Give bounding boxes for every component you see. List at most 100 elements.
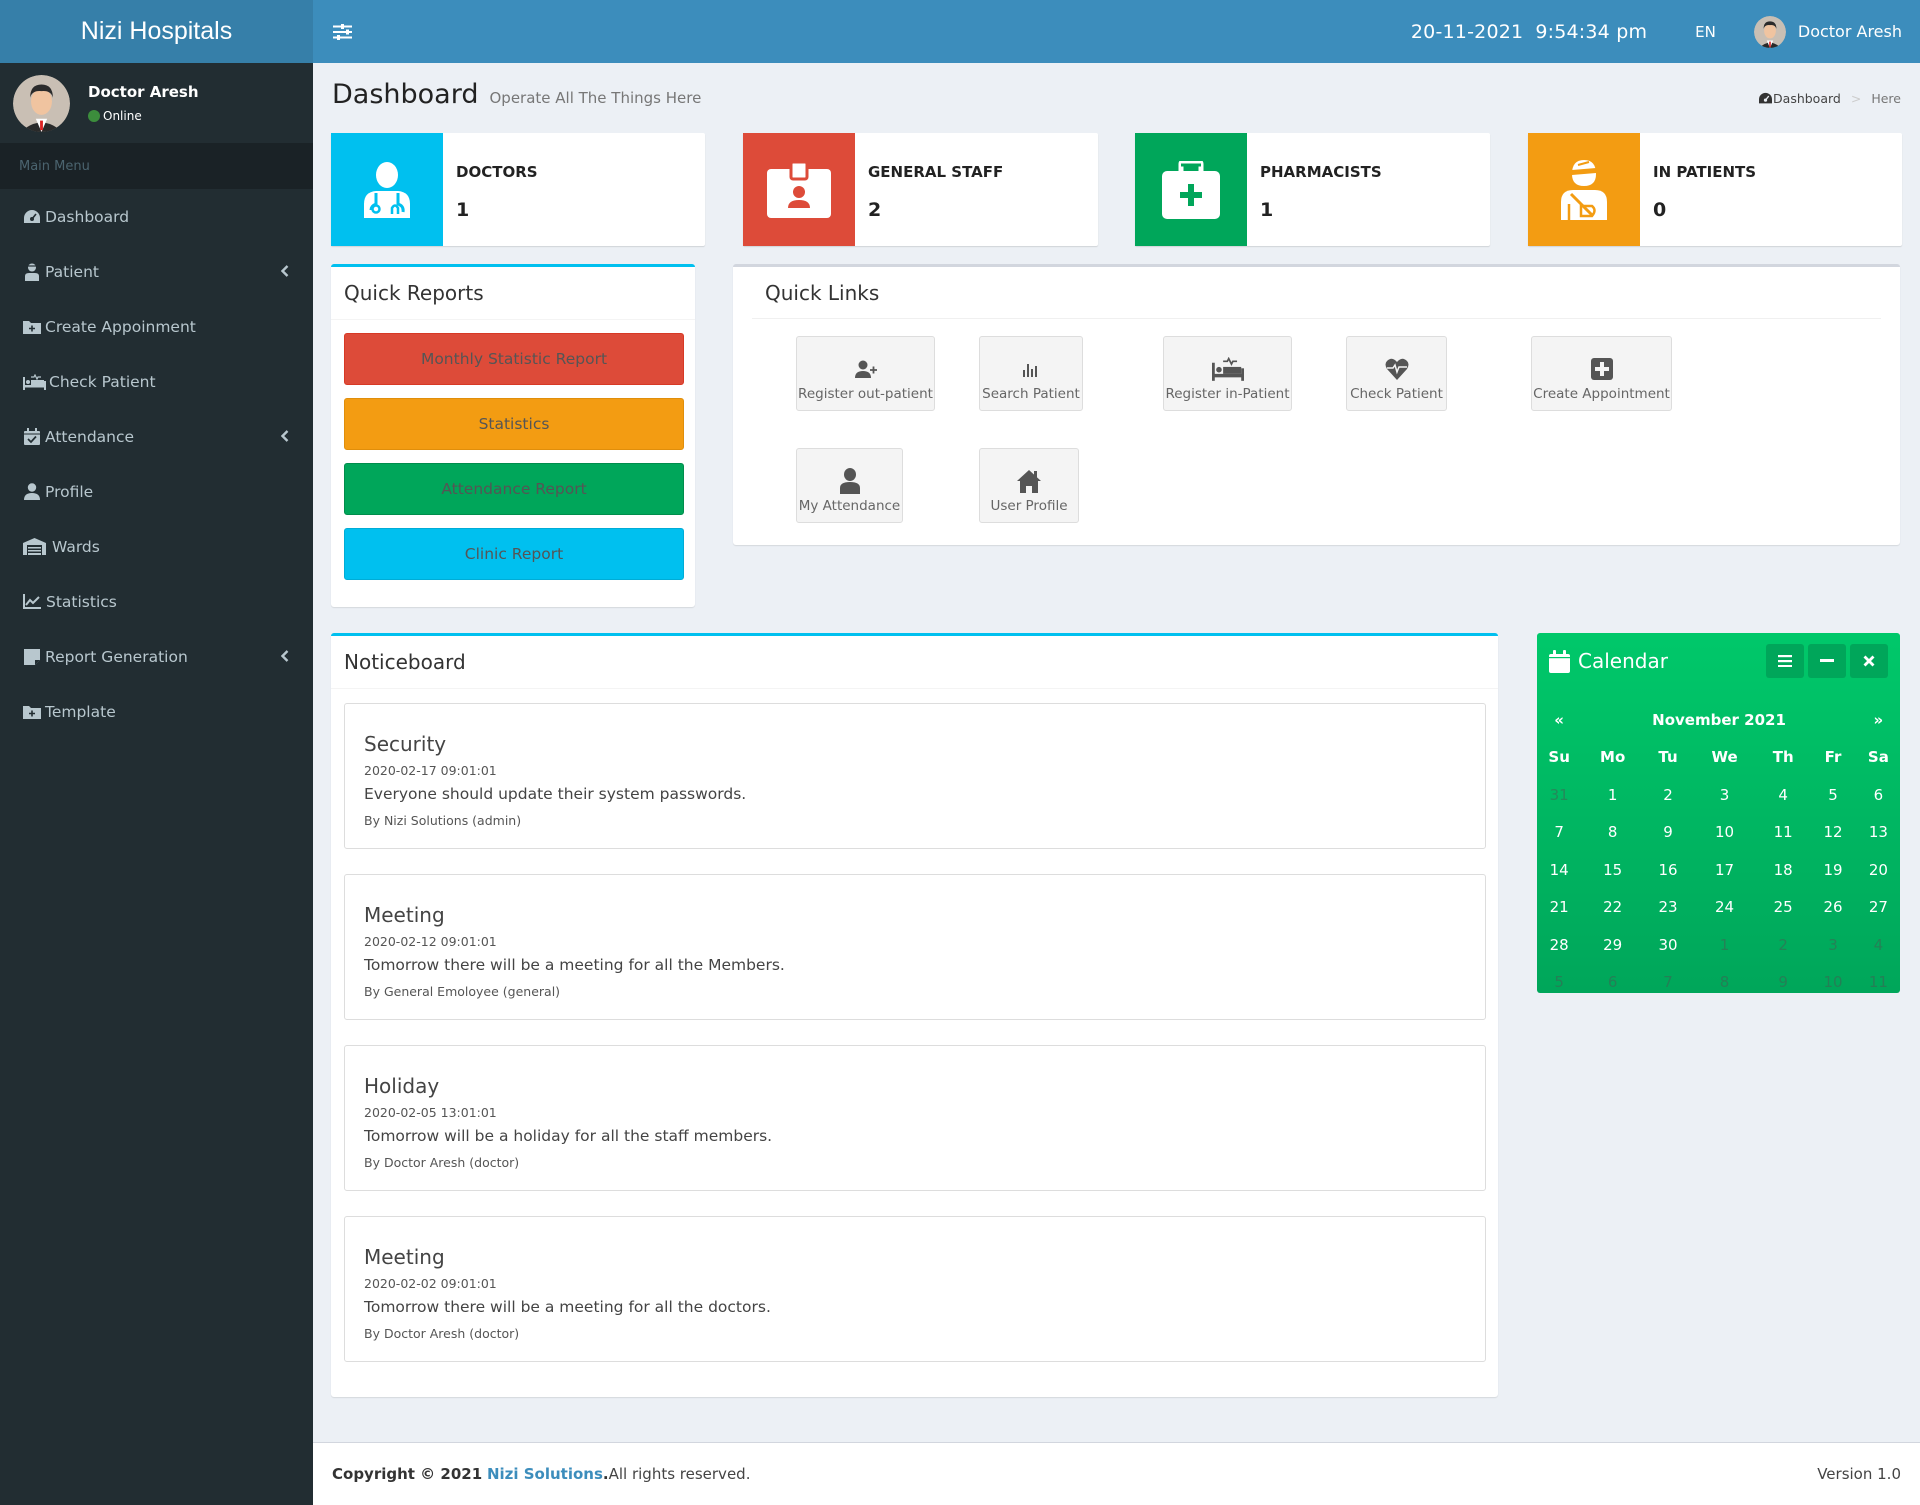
calendar-day[interactable]: 1 (1581, 776, 1644, 814)
calendar-day-other-month[interactable]: 8 (1692, 964, 1757, 1002)
sidebar-item-profile[interactable]: Profile (0, 464, 313, 519)
calendar-day[interactable]: 9 (1644, 814, 1692, 852)
calendar-day[interactable]: 4 (1757, 776, 1809, 814)
medkit-icon (1162, 160, 1220, 219)
info-box-in-patients[interactable]: IN PATIENTS 0 (1528, 133, 1902, 246)
calendar-day[interactable]: 2 (1644, 776, 1692, 814)
calendar-day[interactable]: 13 (1857, 814, 1900, 852)
notice-author: By Doctor Aresh (doctor) (364, 1326, 520, 1341)
calendar-day[interactable]: 28 (1537, 926, 1581, 964)
sidebar-item-patient[interactable]: Patient (0, 244, 313, 299)
calendar-day[interactable]: 25 (1757, 889, 1809, 927)
sidebar-item-statistics[interactable]: Statistics (0, 574, 313, 629)
calendar-day[interactable]: 30 (1644, 926, 1692, 964)
user-plus-icon (854, 356, 878, 382)
calendar-day[interactable]: 19 (1809, 851, 1857, 889)
box-header: Noticeboard (331, 636, 1498, 689)
calendar-day[interactable]: 17 (1692, 851, 1757, 889)
calendar-day[interactable]: 14 (1537, 851, 1581, 889)
calendar-day-other-month[interactable]: 6 (1581, 964, 1644, 1002)
calendar-tools (1766, 644, 1888, 678)
sidebar-item-report-generation[interactable]: Report Generation (0, 629, 313, 684)
calendar-weekday: Sa (1867, 748, 1889, 767)
calendar-day[interactable]: 18 (1757, 851, 1809, 889)
breadcrumb-dashboard-link[interactable]: Dashboard (1773, 91, 1841, 106)
calendar-collapse-button[interactable] (1808, 644, 1846, 678)
app-logo[interactable]: Nizi Hospitals (0, 0, 313, 63)
calendar-day[interactable]: 29 (1581, 926, 1644, 964)
calendar-day[interactable]: 22 (1581, 889, 1644, 927)
calendar-day-other-month[interactable]: 31 (1537, 776, 1581, 814)
calendar-day-other-month[interactable]: 11 (1857, 964, 1900, 1002)
calendar-menu-button[interactable] (1766, 644, 1804, 678)
language-selector[interactable]: EN (1695, 23, 1716, 41)
footer-company-link[interactable]: Nizi Solutions (487, 1465, 603, 1483)
calendar-day[interactable]: 5 (1809, 776, 1857, 814)
sidebar-item-dashboard[interactable]: Dashboard (0, 189, 313, 244)
calendar-day[interactable]: 16 (1644, 851, 1692, 889)
calendar-day[interactable]: 26 (1809, 889, 1857, 927)
attendance-report-button[interactable]: Attendance Report (344, 463, 684, 515)
info-box-pharmacists[interactable]: PHARMACISTS 1 (1135, 133, 1490, 246)
sidebar-item-wards[interactable]: Wards (0, 519, 313, 574)
sidebar: Doctor Aresh Online Main Menu Dashboard … (0, 63, 313, 1505)
calendar-close-button[interactable] (1850, 644, 1888, 678)
current-time: 9:54:34 pm (1535, 20, 1648, 43)
calendar-day[interactable]: 6 (1857, 776, 1900, 814)
calendar-day[interactable]: 8 (1581, 814, 1644, 852)
sidebar-item-attendance[interactable]: Attendance (0, 409, 313, 464)
bars-icon (1778, 655, 1792, 667)
sidebar-item-check-patient[interactable]: Check Patient (0, 354, 313, 409)
quick-link-check-patient[interactable]: Check Patient (1346, 336, 1447, 411)
quick-link-my-attendance[interactable]: My Attendance (796, 448, 903, 523)
quick-link-user-profile[interactable]: User Profile (979, 448, 1079, 523)
calendar-day[interactable]: 12 (1809, 814, 1857, 852)
calendar-day[interactable]: 15 (1581, 851, 1644, 889)
sidebar-item-label: Template (45, 702, 116, 721)
calendar-day[interactable]: 20 (1857, 851, 1900, 889)
online-dot-icon (88, 110, 100, 122)
calendar-day[interactable]: 24 (1692, 889, 1757, 927)
main-menu: Dashboard Patient Create Appoinment Chec… (0, 189, 313, 739)
calendar-day-other-month[interactable]: 5 (1537, 964, 1581, 1002)
quick-link-label: User Profile (990, 498, 1068, 514)
calendar-day-other-month[interactable]: 2 (1757, 926, 1809, 964)
info-box-doctors[interactable]: DOCTORS 1 (331, 133, 705, 246)
calendar-day-other-month[interactable]: 1 (1692, 926, 1757, 964)
calendar-day-other-month[interactable]: 10 (1809, 964, 1857, 1002)
calendar-day-other-month[interactable]: 7 (1644, 964, 1692, 1002)
info-box-general-staff[interactable]: GENERAL STAFF 2 (743, 133, 1098, 246)
calendar-day[interactable]: 23 (1644, 889, 1692, 927)
quick-link-label: Check Patient (1350, 386, 1443, 402)
calendar-day[interactable]: 27 (1857, 889, 1900, 927)
calendar-day[interactable]: 3 (1692, 776, 1757, 814)
calendar-day[interactable]: 7 (1537, 814, 1581, 852)
chevron-left-icon (280, 263, 289, 281)
calendar-day[interactable]: 10 (1692, 814, 1757, 852)
sidebar-toggle-button[interactable] (317, 0, 369, 63)
calendar-title: Calendar (1578, 649, 1668, 673)
quick-link-register-in-patient[interactable]: Register in-Patient (1163, 336, 1292, 411)
sidebar-item-create-appoinment[interactable]: Create Appoinment (0, 299, 313, 354)
calendar-day[interactable]: 11 (1757, 814, 1809, 852)
info-box-value: 0 (1653, 199, 1667, 221)
clinic-report-button[interactable]: Clinic Report (344, 528, 684, 580)
calendar-month-label[interactable]: November 2021 (1581, 701, 1857, 739)
app-title: Nizi Hospitals (80, 17, 233, 45)
statistics-button[interactable]: Statistics (344, 398, 684, 450)
calendar-day-other-month[interactable]: 4 (1857, 926, 1900, 964)
calendar-day-other-month[interactable]: 9 (1757, 964, 1809, 1002)
monthly-statistic-report-button[interactable]: Monthly Statistic Report (344, 333, 684, 385)
calendar-widget: Calendar « November 2021 » Su Mo Tu We Th Fr S… (1537, 633, 1900, 993)
sidebar-item-template[interactable]: Template (0, 684, 313, 739)
quick-link-create-appointment[interactable]: Create Appointment (1531, 336, 1672, 411)
calendar-day-other-month[interactable]: 3 (1809, 926, 1857, 964)
quick-link-search-patient[interactable]: Search Patient (979, 336, 1083, 411)
notice-title: Meeting (364, 1245, 445, 1269)
quick-link-register-out-patient[interactable]: Register out-patient (796, 336, 935, 411)
sliders-icon (333, 23, 352, 40)
calendar-next-button[interactable]: » (1857, 701, 1900, 739)
calendar-prev-button[interactable]: « (1537, 701, 1581, 739)
calendar-day[interactable]: 21 (1537, 889, 1581, 927)
user-menu[interactable]: Doctor Aresh (1753, 15, 1902, 48)
